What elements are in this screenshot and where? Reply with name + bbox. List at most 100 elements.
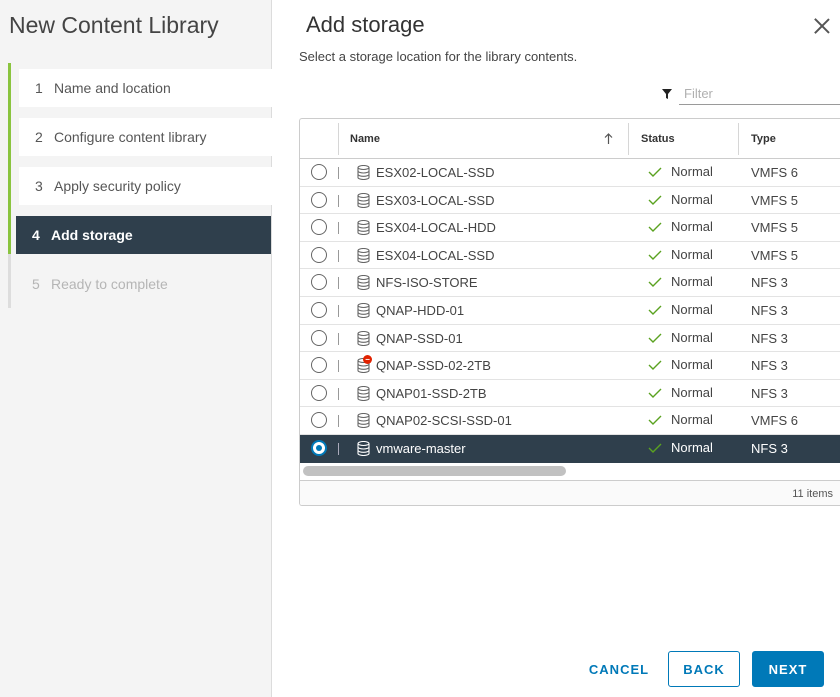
table-row[interactable]: ESX04-LOCAL-SSD Normal VMFS 5 [300,242,840,270]
check-icon [648,250,662,260]
close-icon[interactable] [814,18,830,34]
step-label: Ready to complete [51,276,168,292]
scrollbar-thumb[interactable] [303,466,566,476]
row-radio-button[interactable] [311,164,327,180]
wizard-sidebar: New Content Library 1 Name and location … [0,0,274,697]
datastore-type: NFS 3 [751,441,788,456]
alert-badge-icon: − [363,355,372,365]
step-number: 5 [32,276,40,292]
datastore-type: VMFS 5 [751,220,798,236]
row-radio-button[interactable] [311,440,327,456]
row-radio-button[interactable] [311,219,327,236]
items-count: 11 items [792,488,833,500]
datastore-icon [357,441,370,456]
table-row[interactable]: QNAP-SSD-01 Normal NFS 3 [300,325,840,353]
row-separator [338,415,339,428]
table-row[interactable]: ESX02-LOCAL-SSD Normal VMFS 6 [300,159,840,187]
page-title: Add storage [306,12,425,37]
check-icon [648,443,662,453]
step-label: Configure content library [54,129,207,145]
table-row[interactable]: ESX04-LOCAL-HDD Normal VMFS 5 [300,214,840,242]
step-number: 2 [35,129,43,145]
datastore-type: VMFS 5 [751,247,798,263]
check-icon [648,167,662,177]
datastore-name: ESX04-LOCAL-HDD [376,220,496,236]
step-progress-line [8,254,11,308]
datastore-type: NFS 3 [751,358,788,374]
datastore-status: Normal [671,191,713,207]
step-number: 3 [35,178,43,194]
step-apply-security-policy[interactable]: 3 Apply security policy [19,167,274,205]
check-icon [648,333,662,343]
datastore-icon [357,413,370,429]
column-separator [338,123,339,155]
table-row[interactable]: vmware-master Normal NFS 3 [300,435,840,463]
step-configure-content-library[interactable]: 2 Configure content library [19,118,274,156]
row-separator [338,222,339,235]
row-separator [338,167,339,179]
step-label: Add storage [51,227,133,243]
check-icon [648,277,662,288]
row-separator [338,443,339,455]
step-label: Apply security policy [54,178,181,194]
datastore-status: Normal [671,440,713,455]
step-number: 1 [35,80,43,96]
datastore-type: NFS 3 [751,385,788,401]
back-button[interactable]: BACK [668,651,740,687]
datastore-icon [357,330,370,346]
check-icon [648,388,662,398]
check-icon [648,415,662,426]
datastore-status: Normal [671,329,713,345]
datastore-name: QNAP01-SSD-2TB [376,385,487,401]
datastore-status: Normal [671,274,713,290]
row-radio-button[interactable] [311,384,327,401]
step-name-and-location[interactable]: 1 Name and location [19,69,274,107]
table-row[interactable]: − QNAP-SSD-02-2TB Normal NFS 3 [300,352,840,380]
column-header-name[interactable]: Name [350,119,380,159]
table-row[interactable]: QNAP-HDD-01 Normal NFS 3 [300,297,840,325]
datagrid-footer: 11 items [300,480,840,505]
step-ready-to-complete: 5 Ready to complete [16,265,271,303]
column-header-status[interactable]: Status [641,119,675,159]
datastore-status: Normal [671,302,713,317]
row-radio-button[interactable] [311,191,327,208]
table-row[interactable]: ESX03-LOCAL-SSD Normal VMFS 5 [300,187,840,215]
column-separator[interactable] [738,123,739,155]
row-radio-button[interactable] [311,412,327,429]
next-button[interactable]: NEXT [752,651,824,687]
row-radio-button[interactable] [311,357,327,374]
datastore-name: NFS-ISO-STORE [376,275,478,291]
datastore-status: Normal [671,357,713,373]
check-icon [648,305,662,315]
storage-datagrid: Name Status Type ESX02-LOCAL-SSD Normal VM… [299,118,840,506]
cancel-button[interactable]: CANCEL [580,651,658,687]
filter-icon[interactable] [662,89,672,99]
row-radio-button[interactable] [311,329,327,346]
datastore-type: NFS 3 [751,303,788,318]
filter-input[interactable] [679,82,840,105]
datastore-status: Normal [671,219,713,235]
column-header-type[interactable]: Type [751,119,776,159]
table-row[interactable]: NFS-ISO-STORE Normal NFS 3 [300,269,840,297]
step-add-storage[interactable]: 4 Add storage [16,216,271,254]
datastore-icon [357,275,370,291]
column-separator[interactable] [628,123,629,155]
step-label: Name and location [54,80,171,96]
table-row[interactable]: QNAP02-SCSI-SSD-01 Normal VMFS 6 [300,407,840,435]
datastore-status: Normal [671,246,713,262]
datastore-name: QNAP02-SCSI-SSD-01 [376,413,512,429]
datastore-type: VMFS 6 [751,165,798,180]
table-row[interactable]: QNAP01-SSD-2TB Normal NFS 3 [300,380,840,408]
row-radio-button[interactable] [311,246,327,263]
wizard-content: Add storage Select a storage location fo… [272,0,840,697]
check-icon [648,222,662,233]
datastore-icon [357,165,370,180]
row-radio-button[interactable] [311,274,327,291]
datastore-type: NFS 3 [751,275,788,291]
datastore-type: VMFS 6 [751,413,798,429]
row-radio-button[interactable] [311,302,327,318]
datastore-icon [357,247,370,263]
sort-ascending-icon[interactable] [604,133,613,145]
datastore-icon [357,220,370,236]
datastore-icon [357,192,370,208]
